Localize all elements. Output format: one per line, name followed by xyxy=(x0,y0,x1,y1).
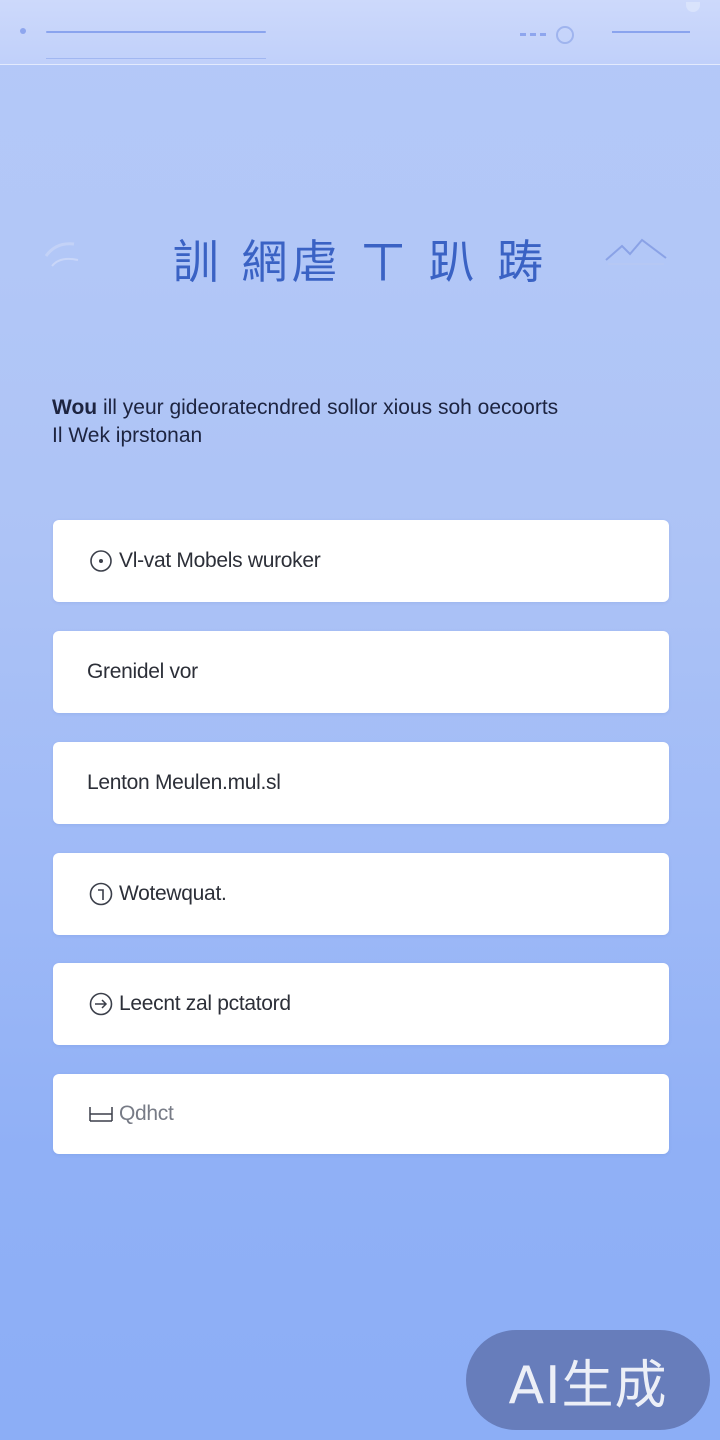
top-status-bar xyxy=(0,0,720,65)
option-label: Qdhct xyxy=(119,1102,174,1125)
option-label: Grenidel vor xyxy=(87,660,198,683)
page-title: 訓 網虐 ㄒ 趴 踌 xyxy=(172,235,548,289)
top-bar-divider xyxy=(46,31,266,33)
top-bar-divider-right xyxy=(612,31,690,33)
option-item-6[interactable]: Qdhct xyxy=(53,1074,669,1154)
chat-icon xyxy=(87,990,115,1018)
status-dot-icon xyxy=(20,28,26,34)
option-label: Leecnt zal pctatord xyxy=(119,992,291,1015)
option-item-5[interactable]: Leecnt zal pctatord xyxy=(53,963,669,1045)
option-label: Wotewquat. xyxy=(119,882,227,905)
option-label: Vl-vat Mobels wuroker xyxy=(119,549,321,572)
option-item-2[interactable]: Grenidel vor xyxy=(53,631,669,713)
subtitle-line2: Il Wek iprstonan xyxy=(52,424,203,447)
clock-icon xyxy=(87,547,115,575)
page-subtitle: Wou ill yeur gideoratecndred sollor xiou… xyxy=(52,394,652,450)
option-label: Lenton Meulen.mul.sl xyxy=(87,771,281,794)
box-icon xyxy=(87,1100,115,1128)
status-icons xyxy=(520,24,590,44)
info-icon xyxy=(87,880,115,908)
status-ring-icon xyxy=(556,25,574,44)
option-item-1[interactable]: Vl-vat Mobels wuroker xyxy=(53,520,669,602)
subtitle-lead: Wou xyxy=(52,396,98,419)
top-bar-underline xyxy=(46,58,266,59)
option-item-3[interactable]: Lenton Meulen.mul.sl xyxy=(53,742,669,824)
subtitle-text: ill yeur gideoratecndred sollor xious so… xyxy=(97,396,559,419)
option-item-4[interactable]: Wotewquat. xyxy=(53,853,669,935)
ai-generated-badge: AI生成 xyxy=(466,1330,710,1430)
corner-tab-icon xyxy=(686,2,700,12)
